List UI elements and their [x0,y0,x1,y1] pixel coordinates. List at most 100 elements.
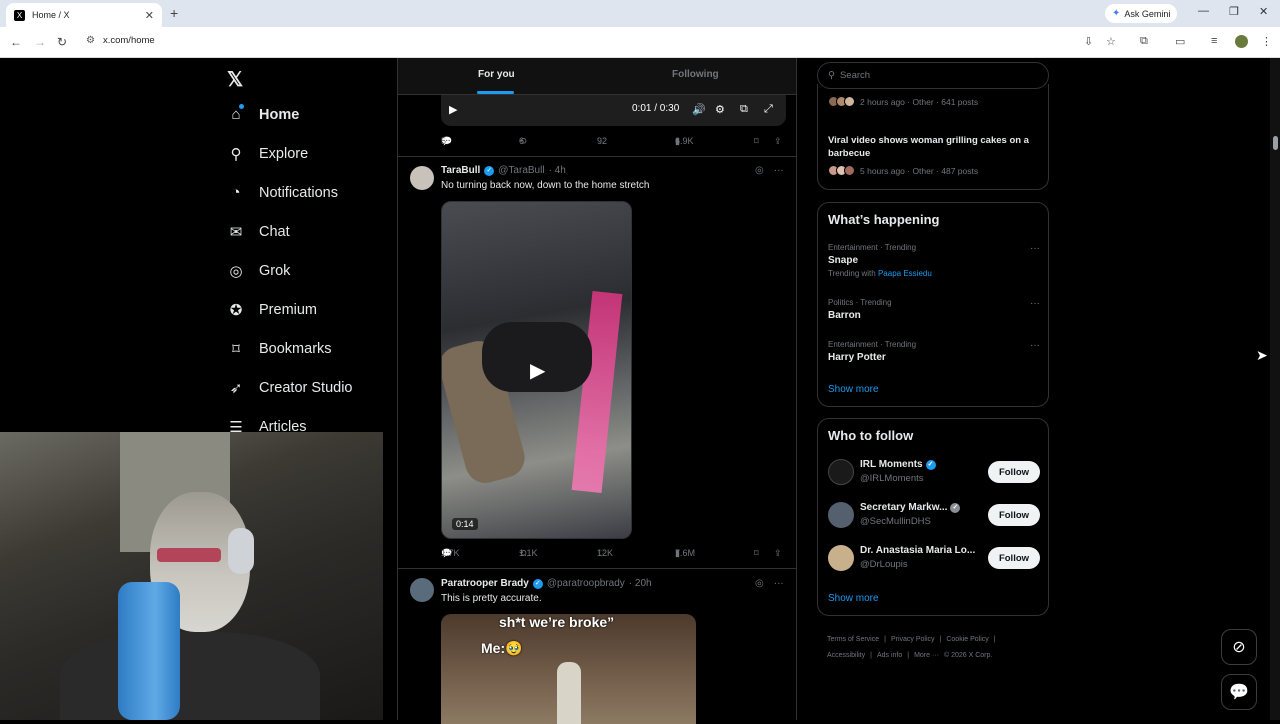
video-player-1[interactable]: ▶ 0:01 / 0:30 🔊 ⚙ ⧉ ⤢ [441,95,786,126]
post-header: Paratrooper Brady ✓ @paratroopbrady · 20… [441,578,652,589]
volume-icon[interactable]: 🔊 [692,103,706,116]
news-meta: 2 hours ago · Other · 641 posts [860,96,979,107]
side-panel-icon[interactable]: ▭ [1175,35,1185,48]
news-item-2-meta-row[interactable]: 5 hours ago · Other · 487 posts [828,165,978,176]
nav-notifications[interactable]: ◔ Notifications [227,184,338,201]
follow-suggestion[interactable]: Secretary Markw... ✓ @SecMullinDHS Follow [828,500,1040,530]
footer-separator: | [870,652,872,659]
verified-badge-icon: ✓ [532,578,543,589]
nav-grok[interactable]: ◎ Grok [227,262,290,280]
new-tab-button[interactable]: + [170,5,178,21]
browser-tab-bar: X Home / X ✕ + ✦ Ask Gemini — ❐ ✕ [0,0,1280,27]
nav-grok-label: Grok [259,263,291,279]
search-input[interactable]: ⚲ Search [817,62,1049,89]
window-close-button[interactable]: ✕ [1259,5,1268,18]
footer-link[interactable]: Cookie Policy [946,636,988,643]
profile-avatar[interactable] [1235,35,1248,48]
more-icon[interactable]: ··· [774,578,784,589]
scrollbar[interactable] [1270,58,1280,720]
post-image[interactable]: sh*t we’re broke” Me:🥹 [441,614,696,724]
footer-link[interactable]: Privacy Policy [891,636,935,643]
grok-explain-icon[interactable]: ◎ [755,578,764,589]
repost-count: 1.1K [519,548,538,558]
nav-bookmarks[interactable]: ⌑ Bookmarks [227,340,331,358]
tab-for-you[interactable]: For you [478,69,515,80]
follow-suggestion[interactable]: Dr. Anastasia Maria Lo... @DrLoupis Foll… [828,543,1040,573]
author-handle[interactable]: @paratroopbrady [547,578,625,589]
trend-name: Harry Potter [828,352,886,363]
scrollbar-thumb[interactable] [1273,136,1278,150]
follow-button[interactable]: Follow [988,547,1040,569]
more-icon[interactable]: ··· [774,165,784,176]
fullscreen-icon[interactable]: ⤢ [764,103,773,116]
trend-item[interactable]: Entertainment · Trending Snape Trending … [828,243,1040,278]
post-time[interactable]: · 20h [629,578,652,589]
nav-explore[interactable]: ⚲ Explore [227,145,309,163]
restore-button[interactable]: ❐ [1229,5,1239,18]
messages-fab-button[interactable]: 💬 [1221,674,1257,710]
verified-badge-icon: ✓ [950,502,961,513]
trend-item[interactable]: Entertainment · Trending Harry Potter ··… [828,340,1040,363]
pip-icon[interactable]: ⧉ [740,103,748,116]
more-icon[interactable]: ··· [1030,340,1040,351]
back-icon[interactable]: ← [10,35,22,49]
nav-premium-label: Premium [259,302,318,318]
follow-suggestion[interactable]: IRL Moments ✓ @IRLMoments Follow [828,457,1040,487]
author-handle[interactable]: @TaraBull [498,165,544,176]
bookmark-post-icon[interactable]: ⌑ [754,548,759,559]
nav-premium[interactable]: ✪ Premium [227,301,317,319]
avatar[interactable] [410,166,434,190]
media-icon[interactable]: ≡ [1211,35,1217,47]
play-icon[interactable]: ▶ [449,103,457,116]
menu-dots-icon[interactable]: ⋮ [1261,35,1272,48]
settings-icon[interactable]: ⚙ [715,103,725,116]
follow-button[interactable]: Follow [988,461,1040,483]
ask-gemini-button[interactable]: ✦ Ask Gemini [1105,4,1178,23]
footer-link[interactable]: Ads info [877,652,902,659]
grok-fab-button[interactable]: ⊘ [1221,629,1257,665]
x-logo-icon[interactable]: 𝕏 [227,67,243,92]
install-icon[interactable]: ⇩ [1084,35,1093,48]
follow-button[interactable]: Follow [988,504,1040,526]
news-title[interactable]: Viral video shows woman grilling cakes o… [828,134,1040,160]
site-info-icon[interactable]: ⚙ [86,35,95,46]
minimize-button[interactable]: — [1198,5,1209,17]
account-name: IRL Moments [860,459,923,470]
tab-following[interactable]: Following [672,69,719,80]
extensions-icon[interactable]: ⧉ [1140,35,1148,48]
nav-creator-studio[interactable]: ➶ Creator Studio [227,379,353,397]
author-name[interactable]: Paratrooper Brady [441,578,529,589]
ask-gemini-label: Ask Gemini [1124,8,1171,19]
play-icon[interactable]: ▶ [530,358,545,383]
avatar[interactable] [410,578,434,602]
bookmark-star-icon[interactable]: ☆ [1106,35,1116,48]
post-time[interactable]: · 4h [549,165,566,176]
nav-home[interactable]: ⌂ Home [227,104,299,123]
footer-link[interactable]: Terms of Service [827,636,879,643]
footer-link[interactable]: Accessibility [827,652,865,659]
reload-icon[interactable]: ↻ [57,35,67,49]
more-icon[interactable]: ··· [1030,243,1040,254]
more-icon[interactable]: ··· [1030,298,1040,309]
trend-item[interactable]: Politics · Trending Barron ··· [828,298,1040,321]
x-favicon-icon: X [14,9,25,21]
bookmark-post-icon[interactable]: ⌑ [754,136,759,147]
news-item-1-meta-row[interactable]: 2 hours ago · Other · 641 posts [828,96,978,107]
grok-explain-icon[interactable]: ◎ [755,165,764,176]
share-icon[interactable]: ⇪ [774,548,782,559]
author-name[interactable]: TaraBull [441,165,480,176]
tab-close-button[interactable]: ✕ [145,9,154,22]
reply-count: 5 [441,136,447,146]
address-bar[interactable]: ⚙ x.com/home [86,35,155,46]
footer-separator: | [907,652,910,659]
video-player-2[interactable]: ▶ 0:14 [441,201,632,539]
like-count: 12K [597,548,614,558]
trending-with-link[interactable]: Paapa Essiedu [878,269,932,278]
browser-tab[interactable]: X Home / X ✕ [6,3,162,27]
footer-link[interactable]: More ··· [914,652,939,659]
show-more-link[interactable]: Show more [828,384,879,395]
forward-icon[interactable]: → [34,35,46,49]
share-icon[interactable]: ⇪ [774,136,782,147]
nav-chat[interactable]: ✉ Chat [227,223,290,241]
show-more-link[interactable]: Show more [828,593,879,604]
